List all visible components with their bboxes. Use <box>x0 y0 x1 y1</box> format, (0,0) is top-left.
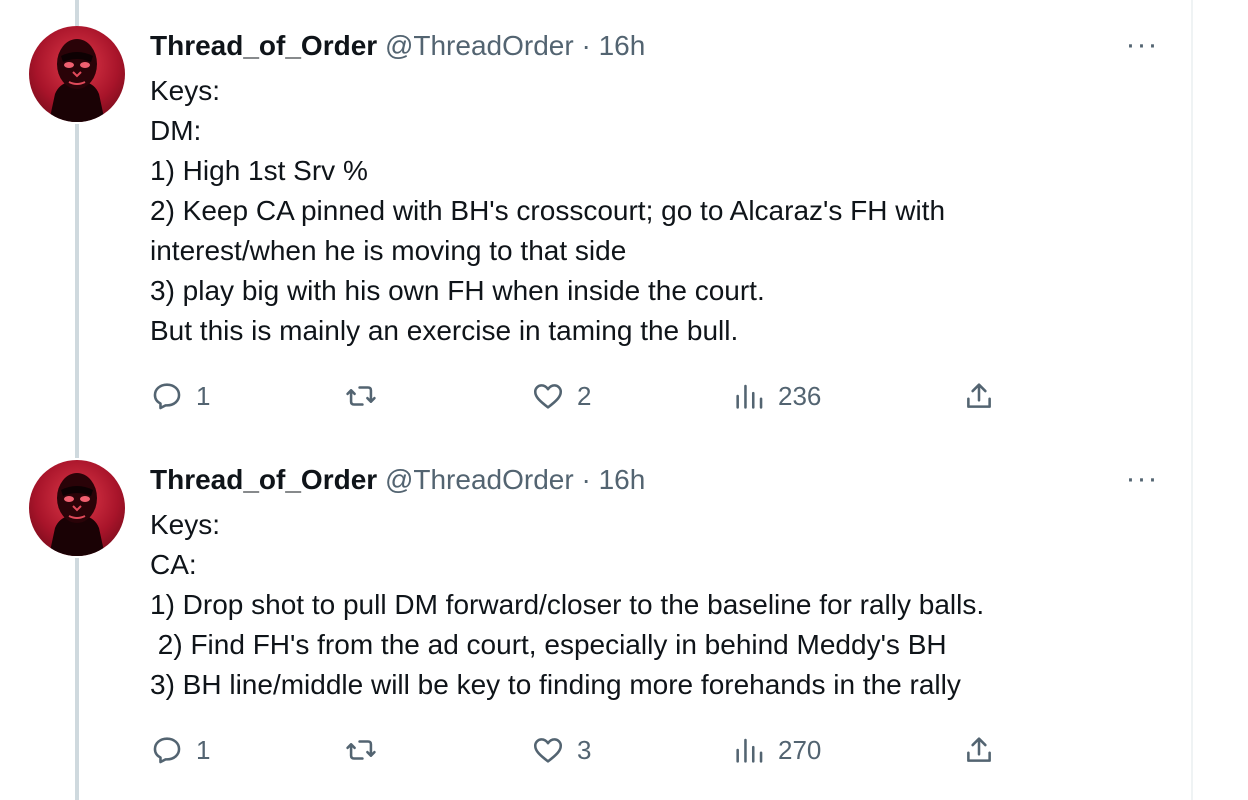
tweet-text-line: Keys: <box>150 75 221 106</box>
like-button[interactable]: 3 <box>531 730 591 770</box>
views-count: 270 <box>778 734 822 765</box>
share-button[interactable] <box>962 730 996 770</box>
views-count: 236 <box>778 380 822 411</box>
tweet-text-line: 1) High 1st Srv % <box>150 155 368 186</box>
author-handle[interactable]: @ThreadOrder <box>385 464 574 495</box>
tweet-header: Thread_of_Order @ThreadOrder · 16h <box>150 29 645 63</box>
views-button[interactable]: 236 <box>732 376 821 416</box>
tweet-text-line: 2) Find FH's from the ad court, especial… <box>150 629 947 660</box>
tweet[interactable]: Thread_of_Order @ThreadOrder · 16h ··· K… <box>0 0 1191 440</box>
timestamp[interactable]: 16h <box>599 464 646 495</box>
views-icon <box>736 384 763 409</box>
heart-icon <box>533 738 563 763</box>
more-options-button[interactable]: ··· <box>1124 464 1160 494</box>
views-icon <box>736 738 763 763</box>
views-button[interactable]: 270 <box>732 730 821 770</box>
like-button[interactable]: 2 <box>531 376 591 416</box>
reply-button[interactable]: 1 <box>150 730 210 770</box>
share-icon <box>967 383 991 408</box>
share-button[interactable] <box>962 376 996 416</box>
repost-icon <box>346 386 376 406</box>
tweet-text-line: 2) Keep CA pinned with BH's crosscourt; … <box>150 195 946 226</box>
column-border <box>1191 0 1193 800</box>
more-options-button[interactable]: ··· <box>1124 30 1160 60</box>
author-name[interactable]: Thread_of_Order <box>150 30 377 61</box>
like-count: 3 <box>577 734 592 765</box>
tweet-text-line: CA: <box>150 549 197 580</box>
separator: · <box>581 464 591 495</box>
repost-icon <box>346 740 376 760</box>
tweet-text-line: Keys: <box>150 509 221 540</box>
tweet-text-line: 3) play big with his own FH when inside … <box>150 275 765 306</box>
repost-button[interactable] <box>344 730 390 770</box>
tweet-text-line: DM: <box>150 115 202 146</box>
reply-icon <box>153 737 181 764</box>
tweet-text-line: But this is mainly an exercise in taming… <box>150 315 739 346</box>
reply-count: 1 <box>196 380 211 411</box>
action-bar: 1 3 270 <box>0 730 1191 770</box>
tweet-text: Keys: CA: 1) Drop shot to pull DM forwar… <box>150 505 1150 705</box>
tweet[interactable]: Thread_of_Order @ThreadOrder · 16h ··· K… <box>0 440 1191 800</box>
heart-icon <box>533 384 563 409</box>
author-name[interactable]: Thread_of_Order <box>150 464 377 495</box>
tweet-header: Thread_of_Order @ThreadOrder · 16h <box>150 463 645 497</box>
tweet-text-line: interest/when he is moving to that side <box>150 235 627 266</box>
avatar[interactable] <box>29 460 125 556</box>
like-count: 2 <box>577 380 592 411</box>
reply-icon <box>153 383 181 410</box>
timestamp[interactable]: 16h <box>599 30 646 61</box>
tweet-text-line: 1) Drop shot to pull DM forward/closer t… <box>150 589 985 620</box>
avatar[interactable] <box>29 26 125 122</box>
action-bar: 1 2 236 <box>0 376 1191 416</box>
share-icon <box>967 737 991 762</box>
tweet-text-line: 3) BH line/middle will be key to finding… <box>150 669 961 700</box>
tweet-text: Keys: DM: 1) High 1st Srv % 2) Keep CA p… <box>150 71 1150 351</box>
reply-button[interactable]: 1 <box>150 376 210 416</box>
repost-button[interactable] <box>344 376 390 416</box>
author-handle[interactable]: @ThreadOrder <box>385 30 574 61</box>
separator: · <box>581 30 591 61</box>
reply-count: 1 <box>196 734 211 765</box>
